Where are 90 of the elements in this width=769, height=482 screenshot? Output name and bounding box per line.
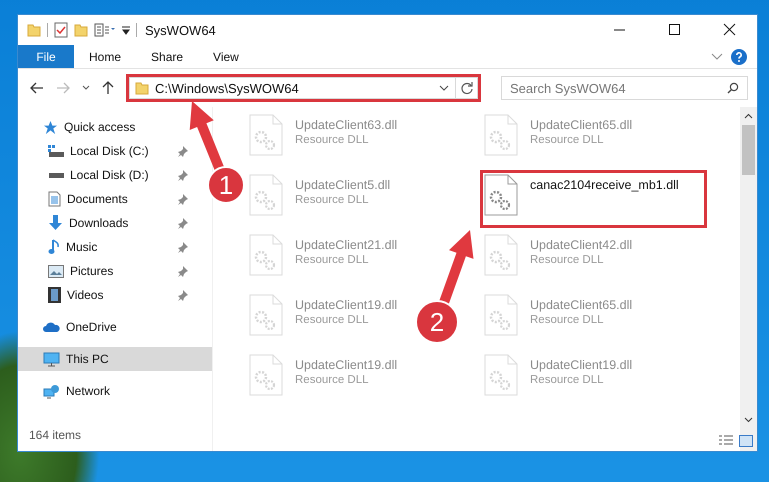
file-menu-button[interactable]: File: [18, 45, 74, 68]
file-name: UpdateClient19.dll: [295, 358, 398, 372]
star-icon: [43, 120, 58, 134]
up-arrow-icon[interactable]: [102, 81, 114, 95]
window-title: SysWOW64: [145, 22, 216, 38]
drive-icon: [48, 144, 64, 158]
chevron-down-icon[interactable]: [82, 85, 90, 91]
file-name: UpdateClient19.dll: [295, 298, 398, 312]
file-type: Resource DLL: [295, 194, 370, 206]
file-type: Resource DLL: [295, 134, 370, 146]
sidebar-label: Network: [66, 384, 110, 398]
file-name: UpdateClient21.dll: [295, 238, 398, 252]
sidebar-label: Local Disk (C:): [70, 144, 150, 158]
gear-file-icon: [249, 354, 283, 396]
gear-file-icon: [484, 174, 518, 216]
monitor-icon: [43, 352, 60, 366]
gear-file-icon: [484, 294, 518, 336]
ribbon-tab[interactable]: View: [198, 45, 254, 68]
sidebar-label: Quick access: [64, 120, 136, 134]
address-field[interactable]: C:\Windows\SysWOW64: [126, 74, 481, 102]
back-arrow-icon[interactable]: [30, 82, 44, 94]
drive-icon: [48, 172, 64, 178]
gear-file-icon: [249, 174, 283, 216]
sidebar-label: OneDrive: [66, 320, 117, 334]
sidebar-item[interactable]: Downloads: [18, 211, 188, 235]
gear-file-icon: [484, 114, 518, 156]
ribbon-tab[interactable]: Home: [74, 45, 136, 68]
dropdown-icon[interactable]: [122, 25, 130, 35]
sidebar-label: Videos: [67, 288, 104, 302]
sidebar-item[interactable]: Videos: [18, 283, 188, 307]
cloud-icon: [43, 322, 60, 332]
sidebar-label: Music: [66, 240, 98, 254]
film-icon: [48, 287, 61, 303]
chevron-down-icon[interactable]: [439, 85, 449, 91]
gear-file-icon: [249, 294, 283, 336]
step-badge: 2: [415, 300, 459, 344]
sidebar-item[interactable]: This PC: [18, 347, 212, 371]
search-field[interactable]: Search SysWOW64: [501, 76, 748, 100]
sidebar-label: Downloads: [69, 216, 130, 230]
file-name: UpdateClient65.dll: [530, 118, 632, 132]
document-icon: [48, 191, 61, 207]
file-type: Resource DLL: [530, 374, 605, 386]
file-name: canac2104receive_mb1.dll: [530, 178, 679, 192]
search-icon: [727, 82, 739, 94]
network-icon: [43, 384, 60, 398]
file-name: UpdateClient19.dll: [530, 358, 632, 372]
step-badge: 1: [207, 166, 245, 204]
file-type: Resource DLL: [530, 314, 605, 326]
sidebar-item[interactable]: Pictures: [18, 259, 188, 283]
sidebar-item[interactable]: Local Disk (D:): [18, 163, 188, 187]
checklist-icon[interactable]: [54, 22, 68, 38]
sidebar-item[interactable]: Network: [18, 379, 212, 403]
gear-file-icon: [249, 114, 283, 156]
sidebar-item[interactable]: OneDrive: [18, 315, 212, 339]
file-name: UpdateClient5.dll: [295, 178, 390, 192]
file-tile[interactable]: canac2104receive_mb1.dll: [480, 170, 707, 228]
down-arrow-icon: [48, 215, 63, 231]
scrollbar[interactable]: [740, 107, 757, 451]
file-type: Resource DLL: [295, 254, 370, 266]
scroll-thumb[interactable]: [742, 125, 755, 175]
scroll-up-icon[interactable]: [744, 113, 753, 119]
file-type: Resource DLL: [530, 134, 605, 146]
picture-icon: [48, 264, 64, 278]
music-note-icon: [48, 239, 60, 255]
file-name: UpdateClient63.dll: [295, 118, 398, 132]
gear-file-icon: [484, 354, 518, 396]
ribbon-tab[interactable]: Share: [136, 45, 198, 68]
sidebar-label: Documents: [67, 192, 129, 206]
gear-file-icon: [249, 234, 283, 276]
address-path: C:\Windows\SysWOW64: [155, 80, 300, 96]
sidebar-label: Pictures: [70, 264, 114, 278]
sidebar-label: Local Disk (D:): [70, 168, 150, 182]
sidebar-item[interactable]: Local Disk (C:): [18, 139, 188, 163]
file-type: Resource DLL: [530, 254, 605, 266]
gear-file-icon: [484, 234, 518, 276]
sidebar-item[interactable]: Quick access: [18, 115, 188, 139]
sidebar-item[interactable]: Music: [18, 235, 188, 259]
tiles-view-icon[interactable]: [739, 435, 753, 447]
file-name: UpdateClient65.dll: [530, 298, 632, 312]
file-type: Resource DLL: [295, 374, 370, 386]
help-icon[interactable]: [731, 48, 747, 64]
file-type: Resource DLL: [295, 314, 370, 326]
folder-icon: [135, 82, 149, 94]
item-count: 164 items: [28, 428, 82, 444]
properties-icon[interactable]: [94, 23, 116, 37]
sidebar-label: This PC: [66, 352, 109, 366]
scroll-down-icon[interactable]: [744, 417, 753, 423]
details-view-icon[interactable]: [719, 435, 733, 445]
sidebar-item[interactable]: Documents: [18, 187, 188, 211]
file-name: UpdateClient42.dll: [530, 238, 632, 252]
